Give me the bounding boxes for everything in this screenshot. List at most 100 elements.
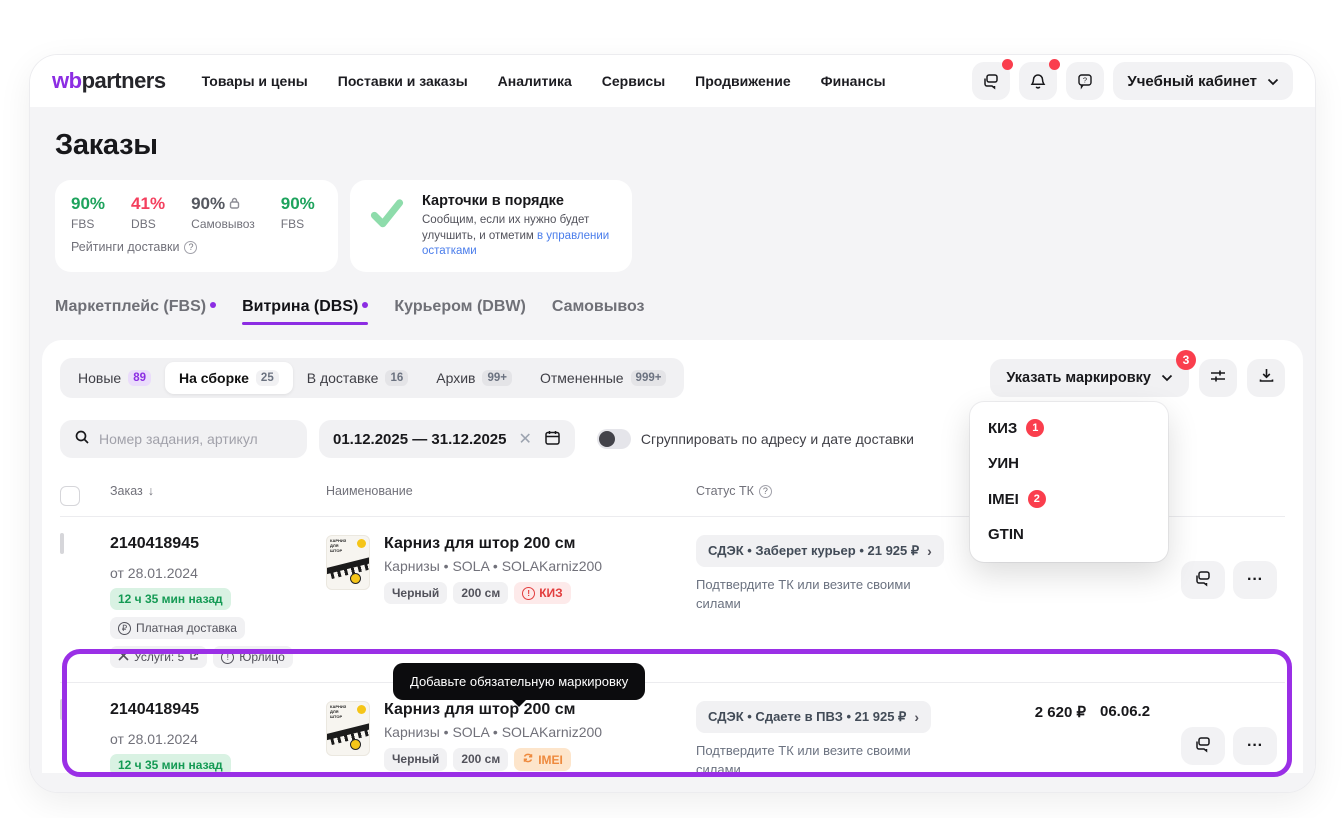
nav-item-goods[interactable]: Товары и цены xyxy=(202,73,308,89)
date-range-picker[interactable]: 01.12.2025 — 31.12.2025 ✕ xyxy=(319,420,575,458)
page-title: Заказы xyxy=(55,129,1315,162)
product-name[interactable]: Карниз для штор 200 см xyxy=(384,701,602,719)
dropdown-item-uin[interactable]: УИН xyxy=(970,446,1168,481)
order-number[interactable]: 2140418945 xyxy=(110,701,326,719)
column-header-name: Наименование xyxy=(326,484,696,498)
product-thumbnail[interactable]: КАРНИЗ ДЛЯ ШТОР xyxy=(326,701,370,756)
rating-label: FBS xyxy=(71,217,105,231)
dropdown-count-badge: 1 xyxy=(1026,419,1044,437)
cards-ok-notice: Карточки в порядке Сообщим, если их нужн… xyxy=(350,180,632,272)
dropdown-count-badge: 2 xyxy=(1028,490,1046,508)
alert-icon: ! xyxy=(522,587,535,600)
nav-item-finance[interactable]: Финансы xyxy=(821,73,886,89)
filters-button[interactable] xyxy=(1199,359,1237,397)
services-badge[interactable]: Услуги: 5 xyxy=(110,646,207,668)
tools-icon xyxy=(118,650,129,664)
ruble-icon: ₽ xyxy=(118,622,131,635)
count-badge: 999+ xyxy=(631,370,667,386)
order-date: от 28.01.2024 xyxy=(110,731,326,747)
set-marking-button[interactable]: Указать маркировку 3 xyxy=(990,359,1189,397)
messages-button[interactable] xyxy=(972,62,1010,100)
green-check-icon xyxy=(366,193,408,259)
download-button[interactable] xyxy=(1247,359,1285,397)
row-more-button[interactable]: ··· xyxy=(1233,727,1277,765)
rating-dbs: 41% DBS xyxy=(131,194,165,231)
select-all-checkbox[interactable] xyxy=(60,486,80,506)
curtain-rod-graphic xyxy=(326,555,370,574)
marking-imei-chip[interactable]: IMEI xyxy=(514,748,571,771)
product-meta: Карнизы • SOLA • SOLAKarniz200 xyxy=(384,558,602,574)
row-checkbox[interactable] xyxy=(60,533,64,554)
sliders-icon xyxy=(1209,368,1227,389)
product-thumbnail[interactable]: КАРНИЗ ДЛЯ ШТОР xyxy=(326,535,370,590)
clear-date-icon[interactable]: ✕ xyxy=(518,429,531,449)
lock-icon xyxy=(229,194,240,214)
group-toggle-wrap: Сгруппировать по адресу и дате доставки xyxy=(597,429,914,449)
info-icon: ! xyxy=(221,651,234,664)
question-icon[interactable]: ? xyxy=(184,241,197,254)
chevron-down-icon xyxy=(1267,73,1279,90)
help-icon: ? xyxy=(1076,72,1094,90)
order-row-2[interactable]: 2140418945 от 28.01.2024 12 ч 35 мин наз… xyxy=(60,683,1285,773)
rating-label: FBS xyxy=(281,217,315,231)
account-name: Учебный кабинет xyxy=(1127,73,1257,90)
bell-icon xyxy=(1029,72,1047,90)
status-filter-chips: Новые89 На сборке25 В доставке16 Архив99… xyxy=(60,358,684,398)
filter-cancelled[interactable]: Отмененные999+ xyxy=(526,362,680,394)
column-header-order[interactable]: Заказ↓ xyxy=(96,484,326,498)
ellipsis-icon: ··· xyxy=(1247,571,1263,589)
marking-kiz-chip[interactable]: !КИЗ xyxy=(514,582,570,604)
filter-in-delivery[interactable]: В доставке16 xyxy=(293,362,423,394)
wbpartners-logo[interactable]: wbpartners xyxy=(52,68,166,94)
nav-item-promotion[interactable]: Продвижение xyxy=(695,73,790,89)
toggle-knob xyxy=(599,431,615,447)
filter-assembling[interactable]: На сборке25 xyxy=(165,362,293,394)
rating-value: 41% xyxy=(131,194,165,214)
filter-new[interactable]: Новые89 xyxy=(64,362,165,394)
time-ago-badge: 12 ч 35 мин назад xyxy=(110,754,231,773)
row-more-button[interactable]: ··· xyxy=(1233,561,1277,599)
dropdown-item-imei[interactable]: IMEI2 xyxy=(970,481,1168,517)
sort-desc-icon: ↓ xyxy=(148,484,154,498)
chevron-right-icon: › xyxy=(927,543,932,559)
question-icon[interactable]: ? xyxy=(759,485,772,498)
help-button[interactable]: ? xyxy=(1066,62,1104,100)
filter-archive[interactable]: Архив99+ xyxy=(422,362,526,394)
rating-fbs: 90% FBS xyxy=(71,194,105,231)
calendar-icon xyxy=(544,429,561,450)
dropdown-item-gtin[interactable]: GTIN xyxy=(970,517,1168,552)
search-box[interactable] xyxy=(60,420,307,458)
order-date: от 28.01.2024 xyxy=(110,565,326,581)
count-badge: 99+ xyxy=(482,370,512,386)
carrier-status-pill[interactable]: СДЭК • Сдаете в ПВЗ • 21 925 ₽› xyxy=(696,701,931,733)
count-badge: 16 xyxy=(385,370,408,386)
thumb-dot xyxy=(357,705,366,714)
chat-icon xyxy=(982,72,1000,90)
row-chat-button[interactable] xyxy=(1181,561,1225,599)
nav-item-services[interactable]: Сервисы xyxy=(602,73,665,89)
nav-item-supplies[interactable]: Поставки и заказы xyxy=(338,73,468,89)
nav-item-analytics[interactable]: Аналитика xyxy=(498,73,572,89)
notification-dot xyxy=(1002,59,1013,70)
download-icon xyxy=(1258,367,1275,389)
toolbar-right: Указать маркировку 3 xyxy=(990,359,1285,397)
row-checkbox[interactable] xyxy=(60,699,64,720)
tab-marketplace-fbs[interactable]: Маркетплейс (FBS) xyxy=(55,298,216,325)
rating-label: Самовывоз xyxy=(191,217,255,231)
top-navigation-bar: wbpartners Товары и цены Поставки и зака… xyxy=(30,55,1315,107)
group-toggle-label: Сгруппировать по адресу и дате доставки xyxy=(641,431,914,447)
rating-value: 90% xyxy=(281,194,315,214)
tab-pickup[interactable]: Самовывоз xyxy=(552,298,645,325)
order-price: 2 620 ₽ xyxy=(996,701,1086,721)
carrier-status-pill[interactable]: СДЭК • Заберет курьер • 21 925 ₽› xyxy=(696,535,944,567)
account-selector[interactable]: Учебный кабинет xyxy=(1113,62,1293,100)
tab-courier-dbw[interactable]: Курьером (DBW) xyxy=(394,298,525,325)
order-number[interactable]: 2140418945 xyxy=(110,535,326,553)
row-chat-button[interactable] xyxy=(1181,727,1225,765)
group-toggle[interactable] xyxy=(597,429,631,449)
search-input[interactable] xyxy=(99,431,279,447)
dropdown-item-kiz[interactable]: КИЗ1 xyxy=(970,410,1168,446)
tab-vitrina-dbs[interactable]: Витрина (DBS) xyxy=(242,298,368,325)
notifications-button[interactable] xyxy=(1019,62,1057,100)
product-name[interactable]: Карниз для штор 200 см xyxy=(384,535,602,553)
